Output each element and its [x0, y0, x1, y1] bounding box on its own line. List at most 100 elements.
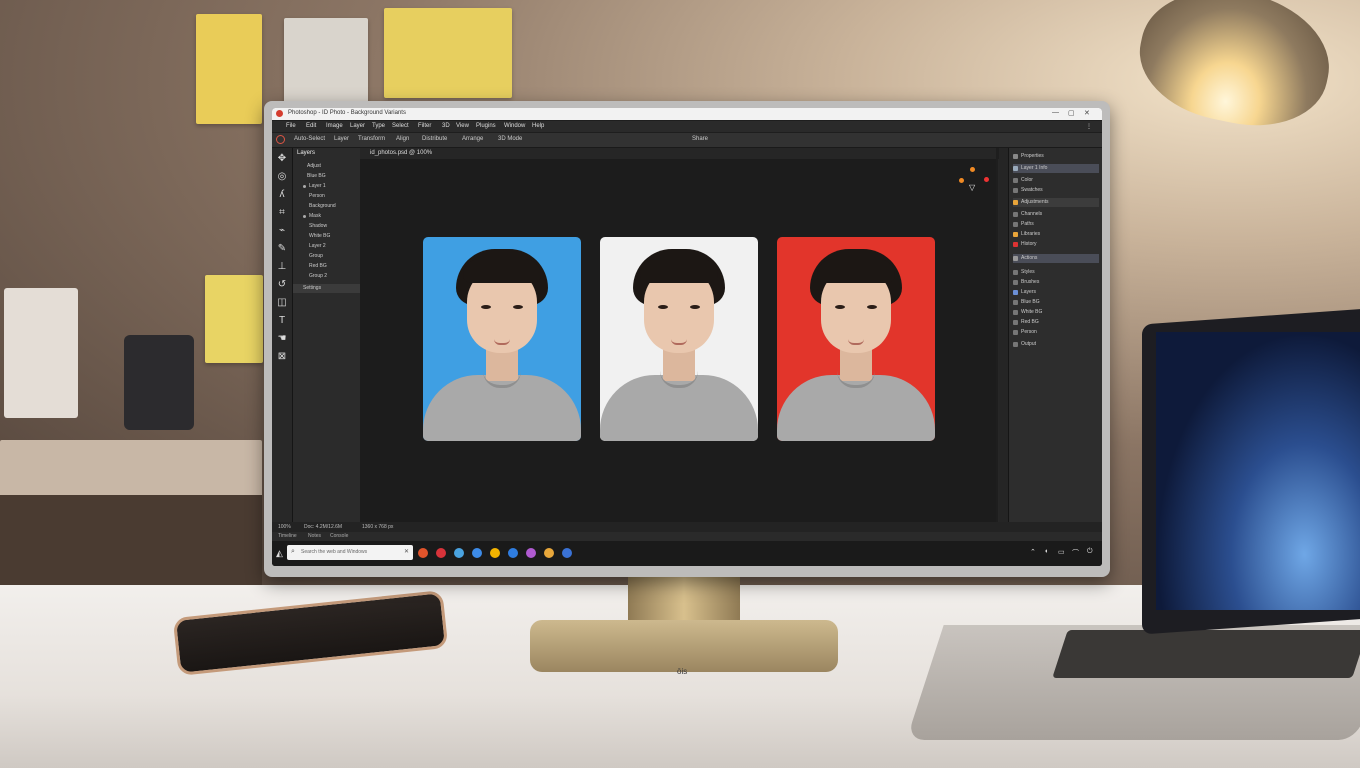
wifi-icon[interactable]: ⌒	[1072, 548, 1079, 558]
eraser-tool-icon[interactable]: ◫	[275, 296, 289, 310]
target-tool-icon[interactable]: ◎	[275, 170, 289, 184]
start-icon[interactable]: ◭	[276, 548, 283, 559]
layer-row[interactable]: Mask	[293, 212, 360, 221]
option-3d-mode[interactable]: 3D Mode	[498, 136, 522, 142]
tab-timeline[interactable]: Timeline	[278, 533, 297, 539]
panel-row[interactable]: Libraries	[1013, 230, 1099, 239]
panel-row[interactable]: Brushes	[1013, 278, 1099, 287]
taskbar-app-icon[interactable]	[436, 548, 446, 558]
panel-row[interactable]: Red BG	[1013, 318, 1099, 327]
home-icon[interactable]	[276, 135, 285, 144]
zoom-tool-icon[interactable]: ⊠	[275, 350, 289, 364]
panel-row-selected[interactable]: Layer 1 Info	[1013, 164, 1099, 173]
monitor-brand: ōis	[677, 667, 688, 676]
menu-help[interactable]: Help	[532, 123, 544, 129]
hand-tool-icon[interactable]: ☚	[275, 332, 289, 346]
panel-row[interactable]: Blue BG	[1013, 298, 1099, 307]
panel-row[interactable]: Styles	[1013, 268, 1099, 277]
panel-row[interactable]: Person	[1013, 328, 1099, 337]
panel-row[interactable]: Properties	[1013, 152, 1099, 161]
layers-panel: Layers Adjust Blue BG Layer 1 Person Bac…	[293, 148, 361, 522]
panel-row[interactable]: History	[1013, 240, 1099, 249]
document-tab[interactable]: id_photos.psd @ 100%	[360, 148, 996, 159]
stamp-tool-icon[interactable]: ⊥	[275, 260, 289, 274]
taskbar-search[interactable]: ⌕ Search the web and Windows ✕	[287, 545, 413, 560]
photo-blue-background[interactable]	[423, 237, 581, 441]
layer-row[interactable]: Red BG	[293, 262, 360, 271]
taskbar-app-icon[interactable]	[544, 548, 554, 558]
layer-row[interactable]: White BG	[293, 232, 360, 241]
layer-row[interactable]: Layer 1	[293, 182, 360, 191]
share-button[interactable]: Share	[692, 136, 708, 142]
panel-row[interactable]: White BG	[1013, 308, 1099, 317]
option-transform[interactable]: Transform	[358, 136, 385, 142]
menu-image[interactable]: Image	[326, 123, 343, 129]
layer-row[interactable]: Person	[293, 192, 360, 201]
taskbar-app-icon[interactable]	[472, 548, 482, 558]
maximize-button[interactable]: ▢	[1068, 109, 1075, 117]
history-brush-icon[interactable]: ↺	[275, 278, 289, 292]
menu-more-icon[interactable]: ⋮	[1086, 123, 1092, 130]
panel-row[interactable]: Output	[1013, 340, 1099, 349]
taskbar-app-icon[interactable]	[418, 548, 428, 558]
panel-row[interactable]: Color	[1013, 176, 1099, 185]
menu-filter[interactable]: Filter	[418, 123, 431, 129]
menu-layer[interactable]: Layer	[350, 123, 365, 129]
minimize-button[interactable]: —	[1052, 109, 1059, 116]
network-icon[interactable]: ⌃	[1030, 548, 1036, 556]
panel-row[interactable]: Swatches	[1013, 186, 1099, 195]
close-button[interactable]: ✕	[1084, 109, 1090, 117]
menu-window[interactable]: Window	[504, 123, 525, 129]
taskbar-app-icon[interactable]	[454, 548, 464, 558]
layer-row[interactable]: Shadow	[293, 222, 360, 231]
layer-row[interactable]: Blue BG	[293, 172, 360, 181]
layer-row[interactable]: Background	[293, 202, 360, 211]
menu-file[interactable]: File	[286, 123, 296, 129]
volume-icon[interactable]: ◖	[1044, 548, 1048, 555]
option-arrange[interactable]: Arrange	[462, 136, 483, 142]
layer-row[interactable]: Group 2	[293, 272, 360, 281]
photo-red-background[interactable]	[777, 237, 935, 441]
layer-row[interactable]: Group	[293, 252, 360, 261]
color-dot	[984, 177, 989, 182]
menu-3d[interactable]: 3D	[442, 123, 450, 129]
panel-row[interactable]: Adjustments	[1013, 198, 1099, 207]
close-icon[interactable]: ✕	[404, 548, 409, 555]
panel-row[interactable]: Channels	[1013, 210, 1099, 219]
menu-view[interactable]: View	[456, 123, 469, 129]
menu-edit[interactable]: Edit	[306, 123, 316, 129]
layer-row[interactable]: Adjust	[293, 162, 360, 171]
status-bar: 100% Doc: 4.2M/12.6M 1360 x 768 px	[272, 522, 1102, 532]
panel-row-selected[interactable]: Actions	[1013, 254, 1099, 263]
option-auto-select[interactable]: Auto-Select	[294, 136, 325, 142]
taskbar-app-icon[interactable]	[508, 548, 518, 558]
pencil-cup	[124, 335, 194, 430]
text-tool-icon[interactable]: T	[275, 314, 289, 328]
brush-tool-icon[interactable]: ✎	[275, 242, 289, 256]
panel-row[interactable]: Layers	[1013, 288, 1099, 297]
menu-type[interactable]: Type	[372, 123, 385, 129]
tab-console[interactable]: Console	[330, 533, 348, 539]
taskbar-app-icon[interactable]	[526, 548, 536, 558]
move-tool-icon[interactable]: ✥	[275, 152, 289, 166]
taskbar-app-icon[interactable]	[490, 548, 500, 558]
menu-select[interactable]: Select	[392, 123, 409, 129]
layer-row[interactable]: Settings	[293, 284, 360, 293]
eyedropper-tool-icon[interactable]: ⌁	[275, 224, 289, 238]
options-bar: Auto-Select Layer Transform Align Distri…	[272, 133, 1102, 148]
option-layer[interactable]: Layer	[334, 136, 349, 142]
canvas[interactable]: ▽	[360, 159, 996, 522]
power-icon[interactable]: ⏻	[1087, 548, 1093, 556]
option-distribute[interactable]: Distribute	[422, 136, 447, 142]
menu-plugins[interactable]: Plugins	[476, 123, 496, 129]
tab-notes[interactable]: Notes	[308, 533, 321, 539]
layer-row[interactable]: Layer 2	[293, 242, 360, 251]
monitor: ōis Photoshop - ID Photo - Background Va…	[264, 101, 1110, 676]
option-align[interactable]: Align	[396, 136, 409, 142]
photo-white-background[interactable]	[600, 237, 758, 441]
panel-row[interactable]: Paths	[1013, 220, 1099, 229]
battery-icon[interactable]: ▭	[1058, 548, 1065, 556]
lasso-tool-icon[interactable]: ʎ	[275, 188, 289, 202]
taskbar-app-icon[interactable]	[562, 548, 572, 558]
crop-tool-icon[interactable]: ⌗	[275, 206, 289, 220]
